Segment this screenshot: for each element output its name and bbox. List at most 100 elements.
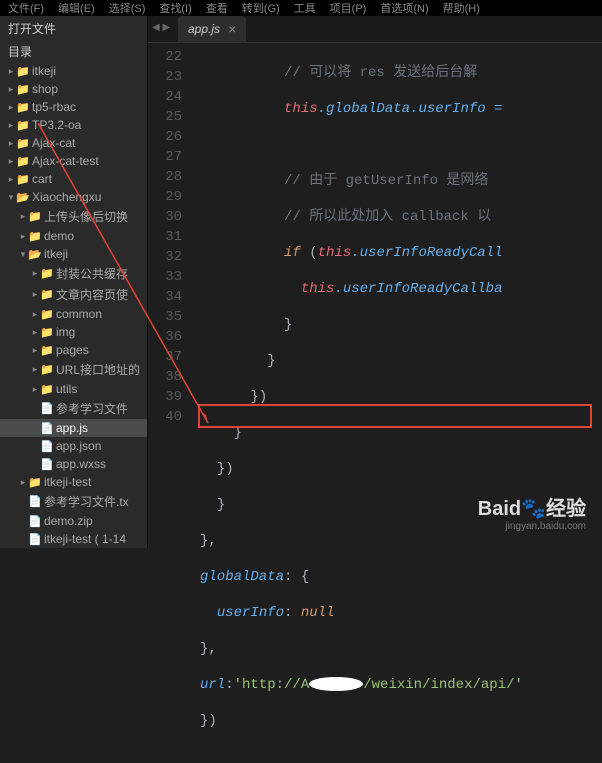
tree-item[interactable]: ▸📁demo: [0, 227, 147, 245]
file-icon: 📁: [16, 83, 30, 96]
tree-item[interactable]: ▾📂itkeji: [0, 245, 147, 263]
expand-icon: ▸: [6, 174, 16, 185]
menu-item[interactable]: 编辑(E): [58, 0, 95, 16]
line-number: 38: [148, 367, 182, 387]
expand-icon: ▸: [6, 138, 16, 149]
tree-item[interactable]: ▸📁上传头像后切换: [0, 206, 147, 227]
file-icon: 📁: [40, 288, 54, 301]
expand-icon: ▸: [6, 120, 16, 131]
menubar: 文件(F) 编辑(E) 选择(S) 查找(I) 查看转到(G) 工具项目(P) 首选项(N)…: [0, 0, 602, 16]
tree-item[interactable]: ▸📁shop: [0, 80, 147, 98]
close-icon[interactable]: ×: [228, 21, 236, 37]
tree-item[interactable]: 📄参考学习文件.tx: [0, 491, 147, 512]
expand-icon: ▸: [30, 384, 40, 395]
editor-area: ◀ ▶ app.js × 222324252627282930313233343…: [148, 16, 602, 548]
tree-label: app.json: [56, 439, 101, 453]
tree-item[interactable]: ▸📁TP3.2-oa: [0, 116, 147, 134]
line-number: 35: [148, 307, 182, 327]
file-icon: 📁: [16, 173, 30, 186]
file-icon: 📁: [40, 267, 54, 280]
line-number: 27: [148, 147, 182, 167]
file-icon: 📄: [40, 440, 54, 453]
line-number: 29: [148, 187, 182, 207]
menu-item[interactable]: 帮助(H): [443, 0, 480, 16]
tree-item[interactable]: ▸📁封装公共缓存: [0, 263, 147, 284]
tree-item[interactable]: ▸📁common: [0, 305, 147, 323]
file-icon: 📄: [40, 402, 54, 415]
tree-item[interactable]: 📄app.js: [0, 419, 147, 437]
file-icon: 📁: [28, 476, 42, 489]
tree-label: pages: [56, 343, 89, 357]
tree-item[interactable]: 📄demo.zip: [0, 512, 147, 530]
tree-label: cart: [32, 172, 52, 186]
menu-item[interactable]: 首选项(N): [380, 0, 428, 16]
tabbar: app.js ×: [148, 16, 602, 43]
gutter: 22232425262728293031323334353637383940: [148, 43, 192, 763]
line-number: 26: [148, 127, 182, 147]
menu-item[interactable]: 转到(G): [242, 0, 280, 16]
line-number: 23: [148, 67, 182, 87]
tree-item[interactable]: 📄app.json: [0, 437, 147, 455]
file-tree: ▸📁itkeji▸📁shop▸📁tp5-rbac▸📁TP3.2-oa▸📁Ajax…: [0, 62, 147, 548]
expand-icon: ▸: [18, 211, 28, 222]
expand-icon: ▸: [30, 327, 40, 338]
tree-label: app.wxss: [56, 457, 106, 471]
file-icon: 📂: [16, 191, 30, 204]
tree-item[interactable]: ▸📁URL接口地址的: [0, 359, 147, 380]
tree-label: common: [56, 307, 102, 321]
tree-item[interactable]: ▸📁Ajax-cat-test: [0, 152, 147, 170]
file-icon: 📁: [40, 363, 54, 376]
tree-item[interactable]: ▸📁img: [0, 323, 147, 341]
file-icon: 📁: [28, 210, 42, 223]
line-number: 22: [148, 47, 182, 67]
menu-item[interactable]: 查看: [206, 0, 228, 16]
tree-label: 参考学习文件.tx: [44, 493, 129, 510]
file-icon: 📁: [16, 65, 30, 78]
line-number: 24: [148, 87, 182, 107]
tree-item[interactable]: ▸📁itkeji: [0, 62, 147, 80]
tab-appjs[interactable]: app.js ×: [178, 16, 246, 42]
tree-label: demo: [44, 229, 74, 243]
tree-label: utils: [56, 382, 77, 396]
expand-icon: ▸: [6, 156, 16, 167]
menu-item[interactable]: 项目(P): [330, 0, 367, 16]
line-number: 30: [148, 207, 182, 227]
line-number: 36: [148, 327, 182, 347]
line-number: 39: [148, 387, 182, 407]
tree-item[interactable]: ▸📁itkeji-test: [0, 473, 147, 491]
tree-item[interactable]: ▸📁cart: [0, 170, 147, 188]
menu-item[interactable]: 工具: [294, 0, 316, 16]
tree-item[interactable]: 📄参考学习文件: [0, 398, 147, 419]
expand-icon: ▸: [6, 66, 16, 77]
file-icon: 📁: [28, 230, 42, 243]
line-number: 25: [148, 107, 182, 127]
file-icon: 📁: [40, 308, 54, 321]
code-area[interactable]: 22232425262728293031323334353637383940 /…: [148, 43, 602, 763]
tree-item[interactable]: ▸📁utils: [0, 380, 147, 398]
tree-item[interactable]: ▸📁pages: [0, 341, 147, 359]
tree-label: itkeji: [32, 64, 56, 78]
menu-item[interactable]: 文件(F): [8, 0, 44, 16]
tree-item[interactable]: ▸📁文章内容页使: [0, 284, 147, 305]
tree-label: demo.zip: [44, 514, 93, 528]
tree-item[interactable]: ▸📁Ajax-cat: [0, 134, 147, 152]
code[interactable]: // 可以将 res 发送给后台解 this.globalData.userIn…: [192, 43, 602, 763]
tree-label: 文章内容页使: [56, 286, 128, 303]
tree-label: Ajax-cat-test: [32, 154, 99, 168]
tree-item[interactable]: ▾📂Xiaochengxu: [0, 188, 147, 206]
expand-icon: ▸: [18, 231, 28, 242]
file-icon: 📄: [40, 422, 54, 435]
menu-item[interactable]: 查找(I): [159, 0, 191, 16]
tree-label: 上传头像后切换: [44, 208, 128, 225]
redacted-text: [309, 677, 363, 691]
tree-item[interactable]: 📄app.wxss: [0, 455, 147, 473]
menu-item[interactable]: 选择(S): [109, 0, 146, 16]
tree-label: img: [56, 325, 75, 339]
expand-icon: ▸: [6, 84, 16, 95]
tree-label: Ajax-cat: [32, 136, 75, 150]
tree-item[interactable]: 📄itkeji-test ( 1-14: [0, 530, 147, 548]
tab-nav-arrows[interactable]: ◀ ▶: [152, 22, 170, 33]
line-number: 33: [148, 267, 182, 287]
tree-item[interactable]: ▸📁tp5-rbac: [0, 98, 147, 116]
tree-label: itkeji-test ( 1-14: [44, 532, 126, 546]
